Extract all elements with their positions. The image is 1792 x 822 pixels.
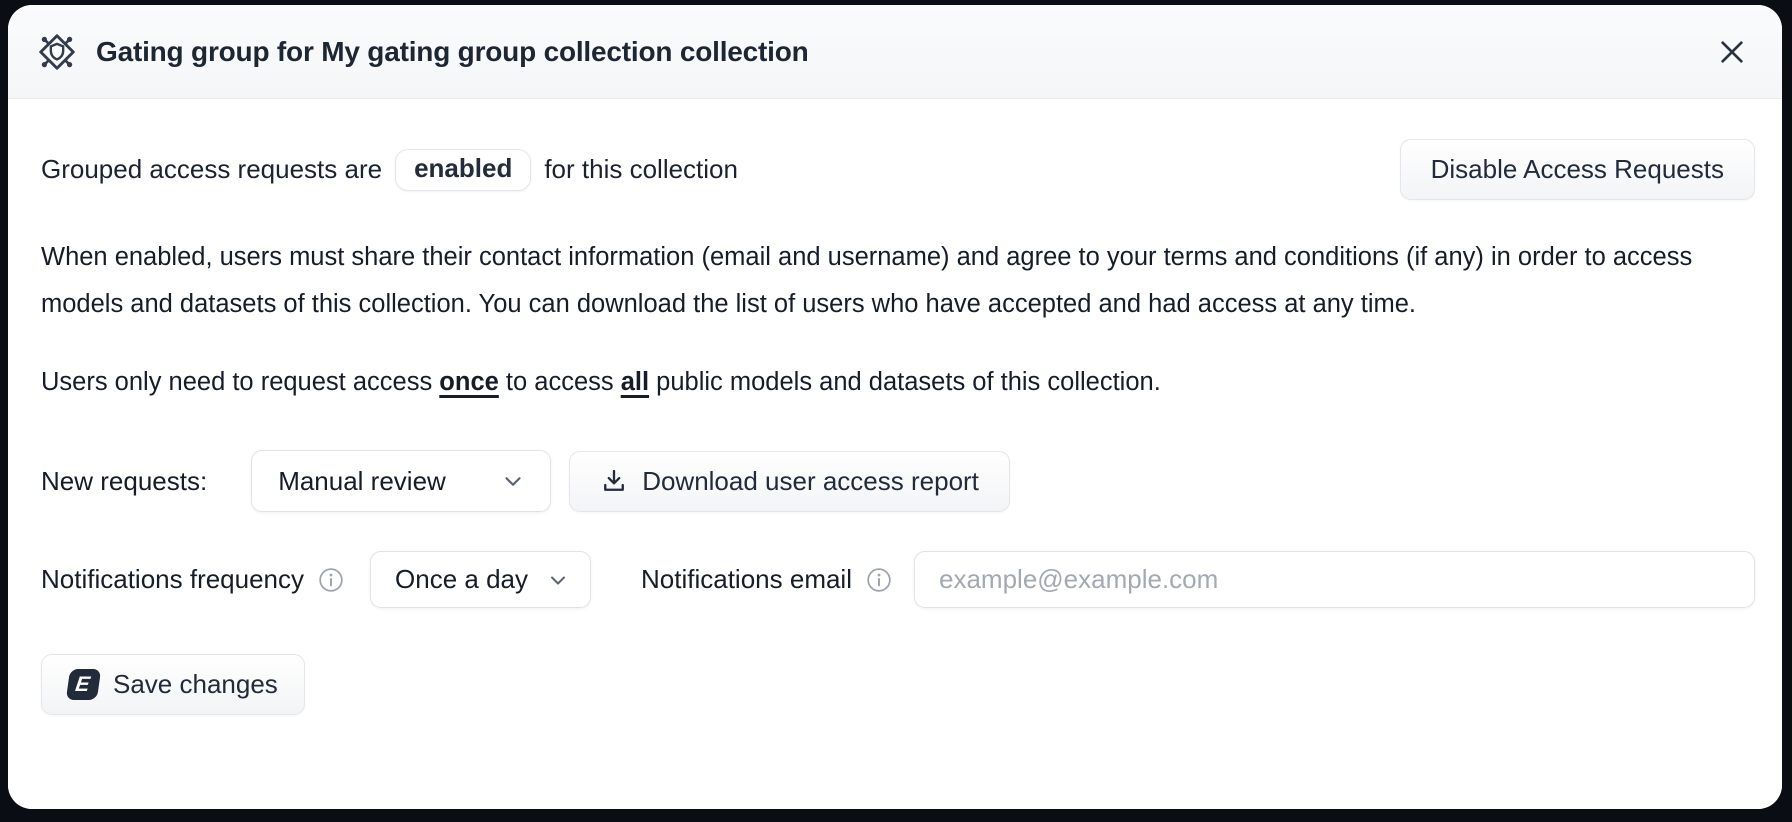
disable-access-requests-button[interactable]: Disable Access Requests [1400, 139, 1755, 200]
status-badge: enabled [395, 149, 531, 191]
new-requests-select[interactable]: Manual review [251, 450, 551, 512]
note-all: all [621, 368, 649, 396]
new-requests-select-value: Manual review [278, 466, 446, 497]
close-icon[interactable] [1712, 32, 1752, 72]
status-text: Grouped access requests are enabled for … [41, 149, 738, 191]
new-requests-label: New requests: [41, 466, 207, 497]
note-prefix: Users only need to request access [41, 368, 439, 396]
save-changes-button[interactable]: E Save changes [41, 654, 305, 715]
enterprise-icon: E [66, 669, 101, 700]
notifications-email-label: Notifications email [641, 564, 852, 595]
notifications-frequency-value: Once a day [395, 564, 528, 595]
chevron-down-icon [500, 468, 526, 494]
gating-description: When enabled, users must share their con… [41, 234, 1755, 328]
info-icon [866, 567, 892, 593]
modal-header: Gating group for My gating group collect… [8, 5, 1782, 99]
new-requests-row: New requests: Manual review Download use… [41, 450, 1755, 512]
status-text-before: Grouped access requests are [41, 154, 382, 185]
modal-body: Grouped access requests are enabled for … [8, 99, 1782, 809]
notifications-email-input[interactable] [914, 551, 1755, 608]
gated-group-icon [36, 31, 78, 73]
request-once-note: Users only need to request access once t… [41, 359, 1755, 406]
modal-title: Gating group for My gating group collect… [96, 36, 1694, 68]
save-changes-label: Save changes [113, 669, 278, 700]
info-icon [318, 567, 344, 593]
note-middle: to access [499, 368, 621, 396]
download-icon [600, 467, 628, 495]
notifications-row: Notifications frequency Once a day Notif… [41, 551, 1755, 608]
notifications-frequency-select[interactable]: Once a day [370, 551, 591, 608]
note-suffix: public models and datasets of this colle… [649, 368, 1161, 396]
status-text-after: for this collection [544, 154, 738, 185]
download-report-button[interactable]: Download user access report [569, 451, 1010, 512]
chevron-down-icon [546, 568, 570, 592]
notifications-frequency-label: Notifications frequency [41, 564, 304, 595]
note-once: once [439, 368, 499, 396]
download-report-label: Download user access report [642, 466, 979, 497]
status-row: Grouped access requests are enabled for … [41, 139, 1755, 200]
gating-group-modal: Gating group for My gating group collect… [8, 5, 1782, 809]
